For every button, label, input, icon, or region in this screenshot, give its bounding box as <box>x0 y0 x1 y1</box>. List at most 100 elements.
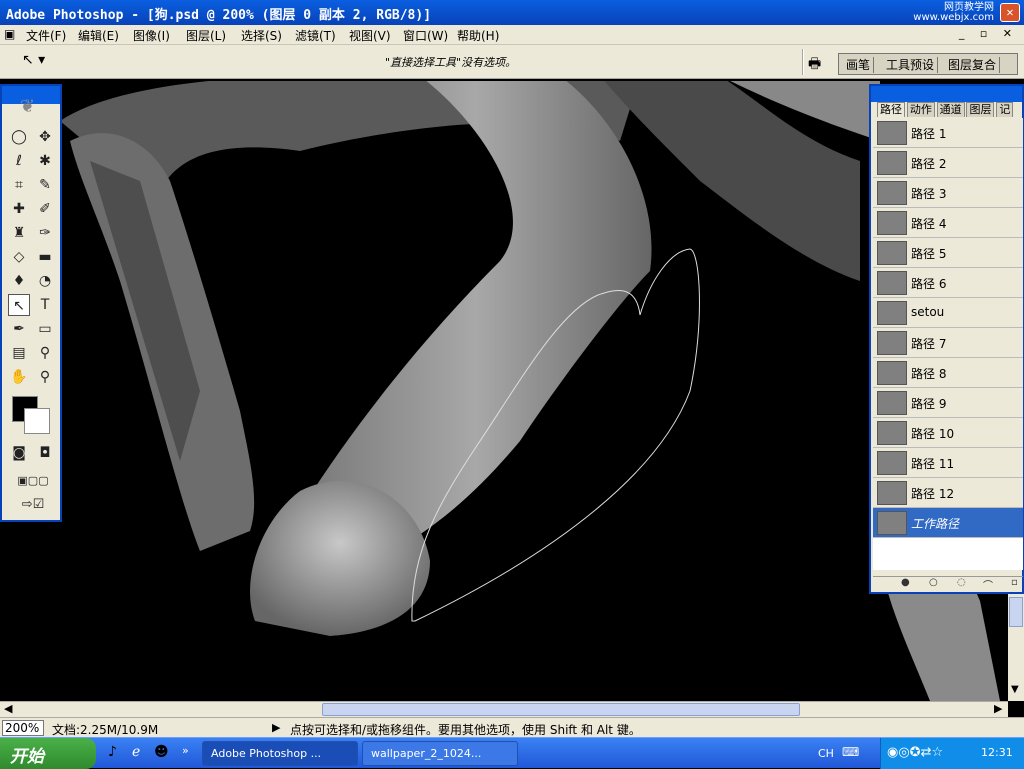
clone-stamp-icon[interactable]: ♜ <box>8 222 30 244</box>
language-indicator[interactable]: CH <box>818 747 834 760</box>
gradient-tool-icon[interactable]: ▬ <box>34 246 56 268</box>
vertical-scroll-thumb[interactable] <box>1009 597 1023 627</box>
path-row[interactable]: setou <box>873 298 1023 328</box>
menu-select[interactable]: 选择(S) <box>241 27 282 44</box>
eraser-tool-icon[interactable]: ◇ <box>8 246 30 268</box>
standard-mode-icon[interactable]: ◙ <box>8 442 30 464</box>
fill-path-icon[interactable]: ● <box>901 577 910 588</box>
windows-taskbar: 开始 ♪ ℯ ☻ » Adobe Photoshop ... wallpaper… <box>0 737 1024 769</box>
palette-well: 画笔 工具预设 图层复合 <box>838 53 1018 75</box>
path-row[interactable]: 路径 6 <box>873 268 1023 298</box>
healing-brush-icon[interactable]: ✚ <box>8 198 30 220</box>
path-row[interactable]: 路径 9 <box>873 388 1023 418</box>
scroll-down-icon[interactable]: ▼ <box>1011 684 1019 695</box>
path-row[interactable]: 路径 12 <box>873 478 1023 508</box>
paths-panel-footer: ● ○ ◌ ⌒ ▫ <box>873 576 1023 592</box>
eyedropper-tool-icon[interactable]: ⚲ <box>34 342 56 364</box>
path-row[interactable]: 路径 3 <box>873 178 1023 208</box>
zoom-field[interactable]: 200% <box>2 720 44 736</box>
hand-tool-icon[interactable]: ✋ <box>8 366 30 388</box>
tab-history[interactable]: 记 <box>996 102 1014 117</box>
jump-to-imageready-icon[interactable]: ⇨☑ <box>6 494 60 516</box>
new-path-icon[interactable]: ▫ <box>1011 577 1018 588</box>
quicklaunch-ie-icon[interactable]: ℯ <box>132 744 140 760</box>
path-row[interactable]: 路径 8 <box>873 358 1023 388</box>
lasso-tool-icon[interactable]: ℓ <box>8 150 30 172</box>
blur-tool-icon[interactable]: ♦ <box>8 270 30 292</box>
ps-menu-icon[interactable]: ▣ <box>4 27 15 41</box>
panel-title-bar[interactable] <box>871 86 1022 102</box>
menu-filter[interactable]: 滤镜(T) <box>295 27 336 44</box>
path-row[interactable]: 路径 4 <box>873 208 1023 238</box>
move-tool-icon[interactable]: ✥ <box>34 126 56 148</box>
horizontal-scrollbar[interactable]: ◀ ▶ <box>0 701 1008 717</box>
path-row-work-path[interactable]: 工作路径 <box>873 508 1023 538</box>
background-color-swatch[interactable] <box>24 408 50 434</box>
tray-icons[interactable]: ◉◎✪⇄☆ <box>887 745 943 760</box>
feather-logo-icon[interactable]: ❦ <box>20 96 35 117</box>
tab-actions[interactable]: 动作 <box>906 102 935 117</box>
crop-tool-icon[interactable]: ⌗ <box>8 174 30 196</box>
screen-mode-icon[interactable]: ▣▢▢ <box>6 470 60 492</box>
slice-tool-icon[interactable]: ✎ <box>34 174 56 196</box>
status-menu-arrow-icon[interactable]: ▶ <box>272 721 280 734</box>
file-browser-icon[interactable]: 🖶 <box>808 53 821 77</box>
quicklaunch-app-icon[interactable]: ☻ <box>154 744 169 760</box>
path-row[interactable]: 路径 2 <box>873 148 1023 178</box>
well-tab-brushes[interactable]: 画笔 <box>843 57 875 73</box>
task-photoshop[interactable]: Adobe Photoshop ... <box>202 741 358 766</box>
history-brush-icon[interactable]: ✑ <box>34 222 56 244</box>
task-wallpaper[interactable]: wallpaper_2_1024... <box>362 741 518 766</box>
document-window-controls[interactable]: _ ▫ ✕ <box>959 27 1018 40</box>
notes-tool-icon[interactable]: ▤ <box>8 342 30 364</box>
window-title-bar[interactable]: Adobe Photoshop - [狗.psd @ 200% (图层 0 副本… <box>0 0 1024 25</box>
close-icon[interactable]: ✕ <box>1000 3 1020 22</box>
tab-channels[interactable]: 通道 <box>936 102 965 117</box>
document-size[interactable]: 文档:2.25M/10.9M <box>52 721 158 738</box>
path-thumbnail <box>877 271 907 295</box>
quicklaunch-media-icon[interactable]: ♪ <box>108 744 117 760</box>
path-thumbnail <box>877 361 907 385</box>
brush-tool-icon[interactable]: ✐ <box>34 198 56 220</box>
zoom-tool-icon[interactable]: ⚲ <box>34 366 56 388</box>
quick-mask-icon[interactable]: ◘ <box>34 442 56 464</box>
watermark-logo: 网页教学网 www.webjx.com <box>913 2 994 23</box>
magic-wand-icon[interactable]: ✱ <box>34 150 56 172</box>
horizontal-scroll-thumb[interactable] <box>322 703 800 716</box>
pen-tool-icon[interactable]: ✒ <box>8 318 30 340</box>
marquee-tool-icon[interactable]: ◯ <box>8 126 30 148</box>
paths-list: 路径 1 路径 2 路径 3 路径 4 路径 5 路径 6 setou 路径 7… <box>873 118 1023 570</box>
path-thumbnail <box>877 481 907 505</box>
menu-image[interactable]: 图像(I) <box>133 27 170 44</box>
tool-preset-picker-icon[interactable]: ↖ ▾ <box>22 52 45 68</box>
well-tab-tool-presets[interactable]: 工具预设 <box>883 57 939 73</box>
path-row[interactable]: 路径 10 <box>873 418 1023 448</box>
menu-window[interactable]: 窗口(W) <box>403 27 448 44</box>
menu-edit[interactable]: 编辑(E) <box>78 27 119 44</box>
tab-paths[interactable]: 路径 <box>877 102 905 117</box>
keyboard-icon[interactable]: ⌨ <box>842 745 859 759</box>
tab-layers[interactable]: 图层 <box>966 102 995 117</box>
dodge-tool-icon[interactable]: ◔ <box>34 270 56 292</box>
menu-layer[interactable]: 图层(L) <box>186 27 226 44</box>
vertical-scrollbar[interactable]: ▼ <box>1008 594 1024 701</box>
make-work-path-icon[interactable]: ⌒ <box>983 577 993 592</box>
path-row[interactable]: 路径 1 <box>873 118 1023 148</box>
type-tool-icon[interactable]: T <box>34 294 56 316</box>
stroke-path-icon[interactable]: ○ <box>929 577 938 588</box>
path-row[interactable]: 路径 11 <box>873 448 1023 478</box>
menu-view[interactable]: 视图(V) <box>349 27 391 44</box>
well-tab-layer-comps[interactable]: 图层复合 <box>945 57 1001 73</box>
menu-help[interactable]: 帮助(H) <box>457 27 499 44</box>
load-selection-icon[interactable]: ◌ <box>957 577 966 588</box>
direct-selection-tool-icon[interactable]: ↖ <box>8 294 30 316</box>
shape-tool-icon[interactable]: ▭ <box>34 318 56 340</box>
menu-file[interactable]: 文件(F) <box>26 27 66 44</box>
scroll-right-icon[interactable]: ▶ <box>994 702 1002 715</box>
path-row[interactable]: 路径 5 <box>873 238 1023 268</box>
path-row[interactable]: 路径 7 <box>873 328 1023 358</box>
quicklaunch-more-icon[interactable]: » <box>182 744 189 757</box>
start-button[interactable]: 开始 <box>0 738 96 769</box>
panel-tabs: 路径 动作 通道 图层 记 <box>877 102 1024 118</box>
scroll-left-icon[interactable]: ◀ <box>4 702 12 715</box>
